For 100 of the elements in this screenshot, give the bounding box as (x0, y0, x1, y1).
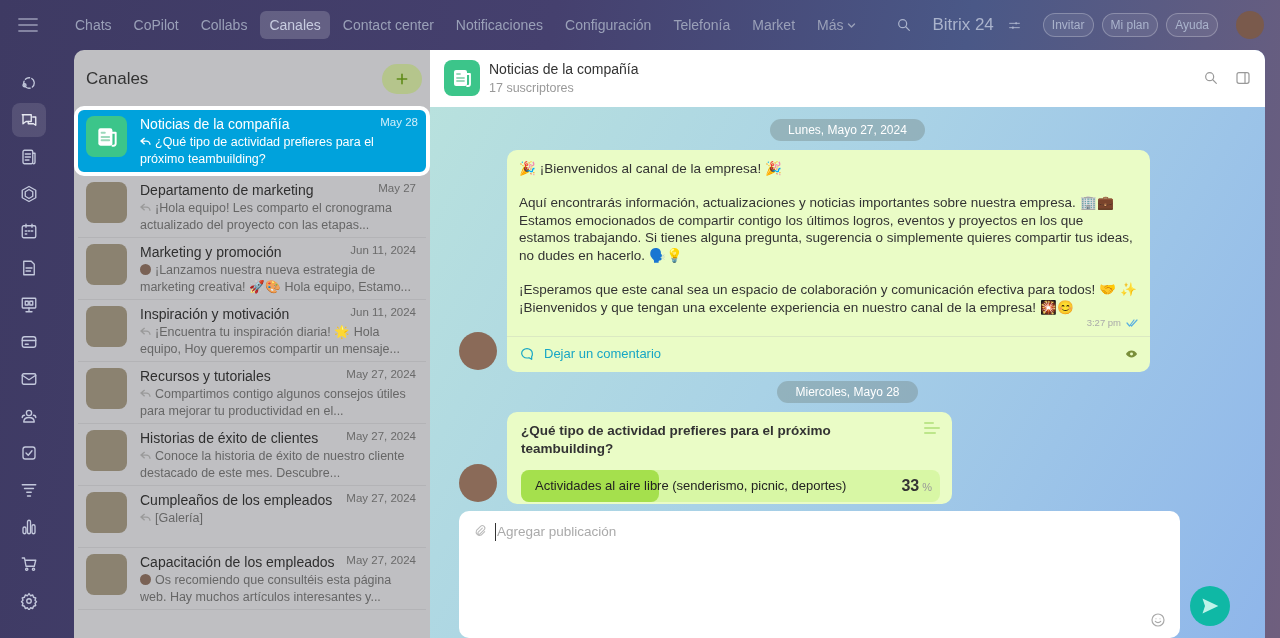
channel-item[interactable]: Departamento de marketing May 27 ¡Hola equipo! Les comparto el cronograma actualizado del proyecto con las etapas... (78, 176, 426, 238)
channel-item[interactable]: Recursos y tutoriales May 27, 2024 Compartimos contigo algunos consejos útiles para mejorar tu productividad en el... (78, 362, 426, 424)
message-preview: [Galería] (140, 510, 416, 527)
option-label: Actividades al aire libre (senderismo, picnic, deportes) (535, 476, 847, 495)
channel-date: Jun 11, 2024 (350, 306, 416, 320)
sender-avatar (140, 264, 151, 275)
channel-item[interactable]: Inspiración y motivación Jun 11, 2024 ¡Encuentra tu inspiración diaria! 🌟 Hola equipo, Hoy queremos compartir un mensaje... (78, 300, 426, 362)
comment-link[interactable]: Dejar un comentario (544, 345, 662, 363)
document-icon (20, 259, 38, 277)
channel-name: Departamento de marketing (140, 182, 314, 198)
plus-icon (394, 71, 410, 87)
bar-chart-icon (20, 518, 38, 536)
message-preview: Conoce la historia de éxito de nuestro cliente destacado de este mes. Descubre... (140, 448, 406, 482)
nav-tab[interactable]: Telefonía (664, 11, 740, 39)
channel-date: May 27, 2024 (346, 554, 416, 568)
send-icon (1200, 596, 1220, 616)
nav-tab[interactable]: Más (808, 11, 866, 39)
channel-name: Inspiración y motivación (140, 306, 290, 322)
message-preview: Compartimos contigo algunos consejos útiles para mejorar tu productividad en el... (140, 386, 407, 420)
reply-arrow-icon (140, 203, 151, 212)
poll-option[interactable]: Actividades al aire libre (senderismo, picnic, deportes) 33 % (521, 469, 940, 502)
reply-arrow-icon (140, 389, 151, 398)
date-separator: Miercoles, Mayo 28 (777, 380, 918, 403)
top-button[interactable]: Mi plan (1101, 13, 1159, 37)
nav-tab[interactable]: Contact center (333, 11, 443, 39)
date-separator: Lunes, Mayo 27, 2024 (770, 118, 925, 141)
presentation-board-icon (20, 296, 38, 314)
sender-avatar (140, 574, 151, 585)
photo-placeholder (86, 244, 127, 285)
vote-percent: 33 (901, 476, 920, 495)
menu-icon[interactable] (18, 18, 38, 32)
panel-title: Canales (86, 69, 149, 89)
channel-date: May 27, 2024 (346, 430, 416, 444)
author-avatar (459, 463, 497, 502)
subscriber-count: 17 suscriptores (489, 81, 575, 96)
message-text: ¡Esperamos que este canal sea un espacio de colaboración y comunicación efectiva para todos! 🤝 ✨ ¡Bienvenidos y que tengan una excelente experiencia en nuestro canal de la empresa! 🎇😊 (519, 281, 1138, 317)
top-button[interactable]: Invitar (1042, 13, 1094, 37)
photo-placeholder (86, 306, 127, 347)
photo-placeholder (86, 182, 127, 223)
chevron-down-icon (847, 20, 857, 30)
message-time: 3:27 pm (1086, 316, 1121, 331)
channel-name: Recursos y tutoriales (140, 368, 271, 384)
hexagon-icon (20, 185, 38, 203)
cart-icon (20, 555, 38, 573)
brand-logo: Bitrix 24 (932, 15, 994, 35)
message-preview: ¡Encuentra tu inspiración diaria! 🌟 Hola equipo, Hoy queremos compartir un mensaje... (140, 324, 401, 358)
chat-bubbles-icon (20, 111, 38, 129)
nav-tab[interactable]: Chats (66, 11, 121, 39)
paperclip-icon[interactable] (473, 522, 487, 539)
channel-date: Jun 11, 2024 (350, 244, 416, 258)
calendar-icon (20, 222, 38, 240)
channel-name: Marketing y promoción (140, 244, 282, 260)
reply-arrow-icon (140, 137, 151, 146)
channel-name: Capacitación de los empleados (140, 554, 335, 570)
rail-button[interactable] (12, 103, 46, 137)
mail-icon (20, 370, 38, 388)
channel-name: Historias de éxito de clientes (140, 430, 319, 446)
checkbox-icon (20, 444, 38, 462)
channel-item[interactable]: Cumpleaños de los empleados May 27, 2024 [Galería] (78, 486, 426, 548)
nav-tab[interactable]: Configuración (556, 11, 661, 39)
people-icon (20, 407, 38, 425)
nav-tab[interactable]: Notificaciones (446, 11, 552, 39)
percent-sign: % (922, 479, 932, 495)
author-avatar (459, 331, 497, 370)
photo-placeholder (86, 554, 127, 595)
channel-date: May 28 (380, 116, 418, 130)
nav-tab[interactable]: Collabs (191, 11, 257, 39)
funnel-icon (20, 481, 38, 499)
chat-title: Noticias de la compañía (489, 61, 639, 78)
search-icon[interactable] (1203, 70, 1219, 87)
reply-arrow-icon (140, 451, 151, 460)
message-preview: ¿Qué tipo de actividad prefieres para el próximo teambuilding? (140, 134, 375, 168)
channel-date: May 27, 2024 (346, 492, 416, 506)
message-text: 🎉 ¡Bienvenidos al canal de la empresa! 🎉 (519, 159, 783, 178)
nav-tab[interactable]: Market (743, 11, 805, 39)
photo-placeholder (86, 368, 127, 409)
top-button[interactable]: Ayuda (1166, 13, 1218, 37)
message-preview: ¡Lanzamos nuestra nueva estrategia de marketing creativa! 🚀🎨 Hola equipo, Estamo... (140, 262, 412, 296)
photo-placeholder (86, 492, 127, 533)
eye-icon (1125, 349, 1138, 360)
sparkle-ring-icon (20, 74, 38, 92)
sidebar-toggle-icon[interactable] (1235, 70, 1251, 87)
reply-arrow-icon (140, 327, 151, 336)
channel-item[interactable]: Historias de éxito de clientes May 27, 2024 Conoce la historia de éxito de nuestro cliente destacado de este mes. Descubre... (78, 424, 426, 486)
channel-name: Noticias de la compañía (140, 116, 290, 132)
card-icon (20, 333, 38, 351)
channel-item[interactable]: Capacitación de los empleados May 27, 2024 Os recomiendo que consultéis esta página web. Hay muchos artículos interesantes y... (78, 548, 426, 610)
channel-name: Cumpleaños de los empleados (140, 492, 333, 508)
reply-arrow-icon (140, 513, 151, 522)
channel-item[interactable]: Noticias de la compañía May 28 ¿Qué tipo de actividad prefieres para el próximo teambuilding? (74, 106, 430, 176)
nav-tab[interactable]: Canales (260, 11, 330, 39)
channel-date: May 27, 2024 (346, 368, 416, 382)
newspaper-icon (20, 148, 38, 166)
channel-item[interactable]: Marketing y promoción Jun 11, 2024 ¡Lanzamos nuestra nueva estrategia de marketing creativa! 🚀🎨 Hola equipo, Estamo... (78, 238, 426, 300)
poll-lines-icon (924, 421, 940, 435)
poll-question: ¿Qué tipo de actividad prefieres para el próximo teambuilding? (521, 421, 832, 458)
nav-tab[interactable]: CoPilot (124, 11, 188, 39)
photo-placeholder (86, 430, 127, 471)
message-text: Aquí encontrarás información, actualizaciones y noticias importantes sobre nuestra empresa. 🏢💼 Estamos emocionados de compartir contigo los últimos logros, eventos y proyectos en los que estamos trabajando. Si tienes alguna pregunta, sugerencia o simplemente quieres compartir tus ideas, no dudes en hacerlo. 🗣💡 (519, 194, 1134, 265)
search-icon[interactable] (896, 17, 913, 33)
